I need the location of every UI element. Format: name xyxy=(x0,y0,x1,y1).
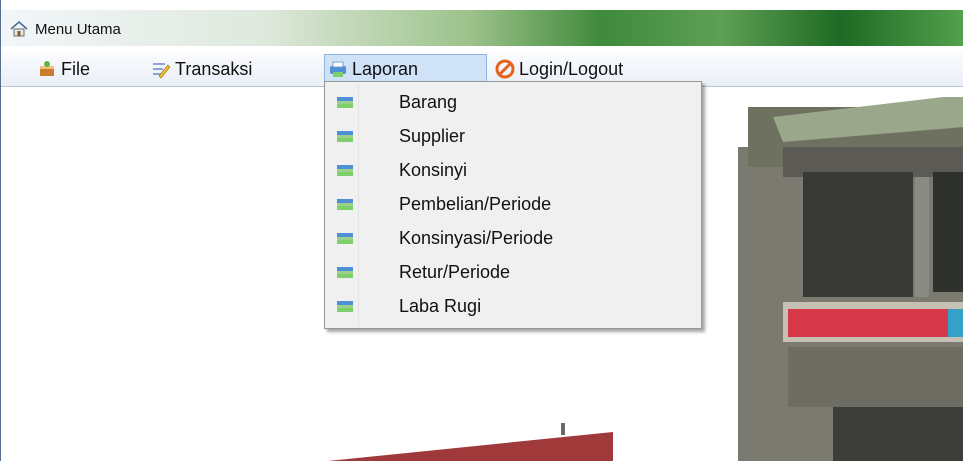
home-icon xyxy=(10,21,28,37)
printer-icon xyxy=(337,199,353,210)
menu-login-logout[interactable]: Login/Logout xyxy=(495,56,623,82)
menu-file[interactable]: File xyxy=(37,56,90,82)
menu-laporan-label: Laporan xyxy=(352,58,419,79)
laporan-dropdown-menu: Barang Supplier Konsinyi Pembelian/Perio… xyxy=(324,81,702,329)
menu-login-logout-label: Login/Logout xyxy=(519,58,624,79)
printer-icon xyxy=(337,131,353,142)
menu-item-konsinyi[interactable]: Konsinyi xyxy=(327,154,699,186)
menu-item-supplier[interactable]: Supplier xyxy=(327,120,699,152)
menu-item-barang[interactable]: Barang xyxy=(327,86,699,118)
printer-icon xyxy=(337,301,353,312)
menu-laporan[interactable]: Laporan xyxy=(324,54,487,84)
printer-icon xyxy=(330,61,346,77)
printer-icon xyxy=(337,97,353,108)
menu-item-laba-rugi-label: Laba Rugi xyxy=(399,295,482,316)
menu-item-konsinyasi-periode-label: Konsinyasi/Periode xyxy=(399,227,554,248)
menu-item-laba-rugi[interactable]: Laba Rugi xyxy=(327,290,699,322)
no-entry-icon xyxy=(495,59,515,79)
menu-item-konsinyasi-periode[interactable]: Konsinyasi/Periode xyxy=(327,222,699,254)
menu-item-retur-periode[interactable]: Retur/Periode xyxy=(327,256,699,288)
main-window: Menu Utama File Transaksi Laporan Login/… xyxy=(0,0,963,461)
pencil-edit-icon xyxy=(153,63,171,79)
printer-icon xyxy=(337,165,353,176)
menu-item-pembelian-periode[interactable]: Pembelian/Periode xyxy=(327,188,699,220)
file-cake-icon xyxy=(40,61,54,76)
menu-transaksi[interactable]: Transaksi xyxy=(151,56,252,82)
printer-icon xyxy=(337,233,353,244)
menu-item-retur-periode-label: Retur/Periode xyxy=(399,261,511,282)
title-bar[interactable]: Menu Utama xyxy=(1,10,963,46)
menu-item-pembelian-periode-label: Pembelian/Periode xyxy=(399,193,552,214)
menu-item-supplier-label: Supplier xyxy=(399,125,466,146)
menu-item-barang-label: Barang xyxy=(399,91,458,112)
printer-icon xyxy=(337,267,353,278)
window-title: Menu Utama xyxy=(35,21,121,38)
menu-transaksi-label: Transaksi xyxy=(175,58,253,79)
menu-item-konsinyi-label: Konsinyi xyxy=(399,159,468,180)
menu-file-label: File xyxy=(61,58,91,79)
